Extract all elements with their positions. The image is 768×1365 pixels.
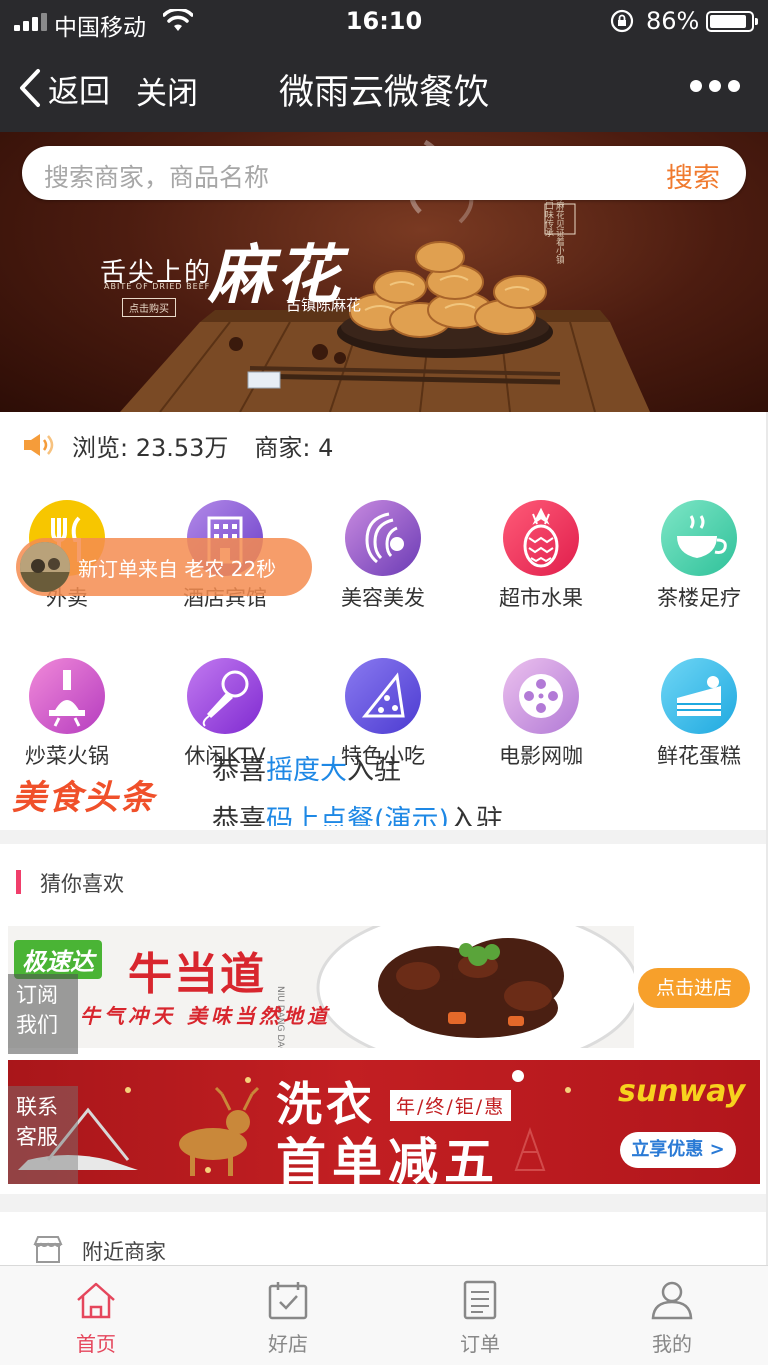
category-supermarket[interactable]: 超市水果 <box>464 500 618 612</box>
category-cinema[interactable]: 电影网咖 <box>464 658 618 770</box>
stats-bar: 浏览: 23.53万 商家: 4 <box>22 430 334 462</box>
views-count: 浏览: 23.53万 <box>72 433 229 462</box>
cake-icon <box>661 658 737 734</box>
tab-label: 我的 <box>652 1332 692 1356</box>
search-input[interactable]: 搜索商家，商品名称 <box>44 158 269 194</box>
app-page: 中国移动 16:10 86% 返回 关闭 微雨云微餐饮 舌尖上的 麻花 古镇陈麻… <box>0 0 768 1365</box>
tea-cup-icon <box>661 500 737 576</box>
tab-shops[interactable]: 好店 <box>192 1280 384 1357</box>
enter-shop-button[interactable]: 点击进店 <box>638 968 750 1008</box>
promo-banner[interactable]: 舌尖上的 麻花 古镇陈麻花 ABITE OF DRIED BEEF 点击购买 陈… <box>0 132 768 412</box>
tab-label: 订单 <box>460 1332 500 1356</box>
battery-icon <box>706 11 758 32</box>
category-label: 美容美发 <box>341 586 425 610</box>
rotation-lock-icon <box>610 9 634 33</box>
laundry-promo-banner[interactable]: 洗衣 年/终/钜/惠 首单减五 sunway 立享优惠 > <box>8 1060 760 1184</box>
tab-orders[interactable]: 订单 <box>384 1280 576 1357</box>
tab-label: 好店 <box>268 1332 308 1356</box>
merchant-count: 商家: 4 <box>254 433 334 462</box>
section-marker <box>16 870 21 894</box>
order-list-icon <box>463 1280 497 1320</box>
headline-ticker[interactable]: 恭喜摇度大入驻 恭喜码上点餐(演示)入驻 <box>212 756 752 826</box>
banner-subtitle: 古镇陈麻花 <box>286 296 362 314</box>
search-bar[interactable]: 搜索商家，商品名称 搜索 <box>22 146 746 200</box>
page-title: 微雨云微餐饮 <box>278 73 489 113</box>
microphone-icon <box>187 658 263 734</box>
contact-service-tab[interactable]: 联系 客服 <box>8 1086 78 1184</box>
new-order-toast: 新订单来自 老农 22秒 <box>16 538 312 596</box>
toast-text: 新订单来自 老农 22秒 <box>78 557 277 581</box>
food-headline-logo: 美食头条 <box>12 778 158 817</box>
banner-poem: 陈麻花见证着小镇的口味传承 <box>543 192 564 264</box>
ad-image: NIU DANG DAO 极速达 牛当道 牛气冲天 美味当然地道 <box>8 926 634 1048</box>
ad-slogan: 牛气冲天 美味当然地道 <box>80 1004 331 1028</box>
storefront-icon <box>33 1236 63 1263</box>
battery-percent: 86% <box>646 7 700 35</box>
category-beauty[interactable]: 美容美发 <box>306 500 460 612</box>
category-label: 炒菜火锅 <box>25 744 109 768</box>
category-ktv[interactable]: 休闲KTV <box>148 658 302 770</box>
shop-ad-niudangdao[interactable]: NIU DANG DAO 极速达 牛当道 牛气冲天 美味当然地道 点击进店 <box>0 924 768 1048</box>
banner-buy-button[interactable]: 点击购买 <box>122 298 176 317</box>
category-flowers-cake[interactable]: 鲜花蛋糕 <box>622 658 768 770</box>
nav-bar: 返回 关闭 微雨云微餐饮 <box>0 42 768 132</box>
ticker-item[interactable]: 恭喜摇度大入驻 <box>212 756 401 787</box>
tab-home[interactable]: 首页 <box>0 1280 192 1357</box>
promo-brand-logo: sunway <box>618 1074 746 1109</box>
user-icon <box>651 1281 693 1320</box>
woman-hair-icon <box>345 500 421 576</box>
section-title: 猜你喜欢 <box>40 872 124 896</box>
tab-profile[interactable]: 我的 <box>576 1280 768 1357</box>
category-label: 超市水果 <box>499 586 583 610</box>
home-icon <box>77 1282 115 1319</box>
status-bar: 中国移动 16:10 86% <box>0 0 768 42</box>
category-label: 茶楼足疗 <box>657 586 741 610</box>
bottom-tab-bar: 首页 好店 订单 我的 <box>0 1265 768 1365</box>
avatar <box>20 542 70 592</box>
calendar-check-icon <box>268 1282 308 1320</box>
svg-text:美食头条: 美食头条 <box>12 778 158 817</box>
more-menu-icon[interactable] <box>690 76 740 96</box>
ad-title: 牛当道 <box>128 949 266 1000</box>
banner-english: ABITE OF DRIED BEEF <box>104 282 211 291</box>
film-reel-icon <box>503 658 579 734</box>
section-title: 附近商家 <box>82 1240 166 1264</box>
search-button[interactable]: 搜索 <box>666 156 720 195</box>
speaker-icon <box>24 434 54 456</box>
hotpot-icon <box>29 658 105 734</box>
promo-tag: 年/终/钜/惠 <box>390 1090 512 1121</box>
category-hotpot[interactable]: 炒菜火锅 <box>0 658 144 770</box>
pizza-icon <box>345 658 421 734</box>
tab-label: 首页 <box>76 1332 116 1356</box>
claim-offer-button[interactable]: 立享优惠 > <box>620 1132 736 1168</box>
ticker-item[interactable]: 恭喜码上点餐(演示)入驻 <box>212 798 503 826</box>
subscribe-us-tab[interactable]: 订阅 我们 <box>8 974 78 1054</box>
category-snacks[interactable]: 特色小吃 <box>306 658 460 770</box>
nearby-section: 附近商家 <box>0 1212 768 1272</box>
promo-line2: 首单减五 <box>276 1133 500 1184</box>
category-teahouse[interactable]: 茶楼足疗 <box>622 500 768 612</box>
pineapple-icon <box>503 500 579 576</box>
